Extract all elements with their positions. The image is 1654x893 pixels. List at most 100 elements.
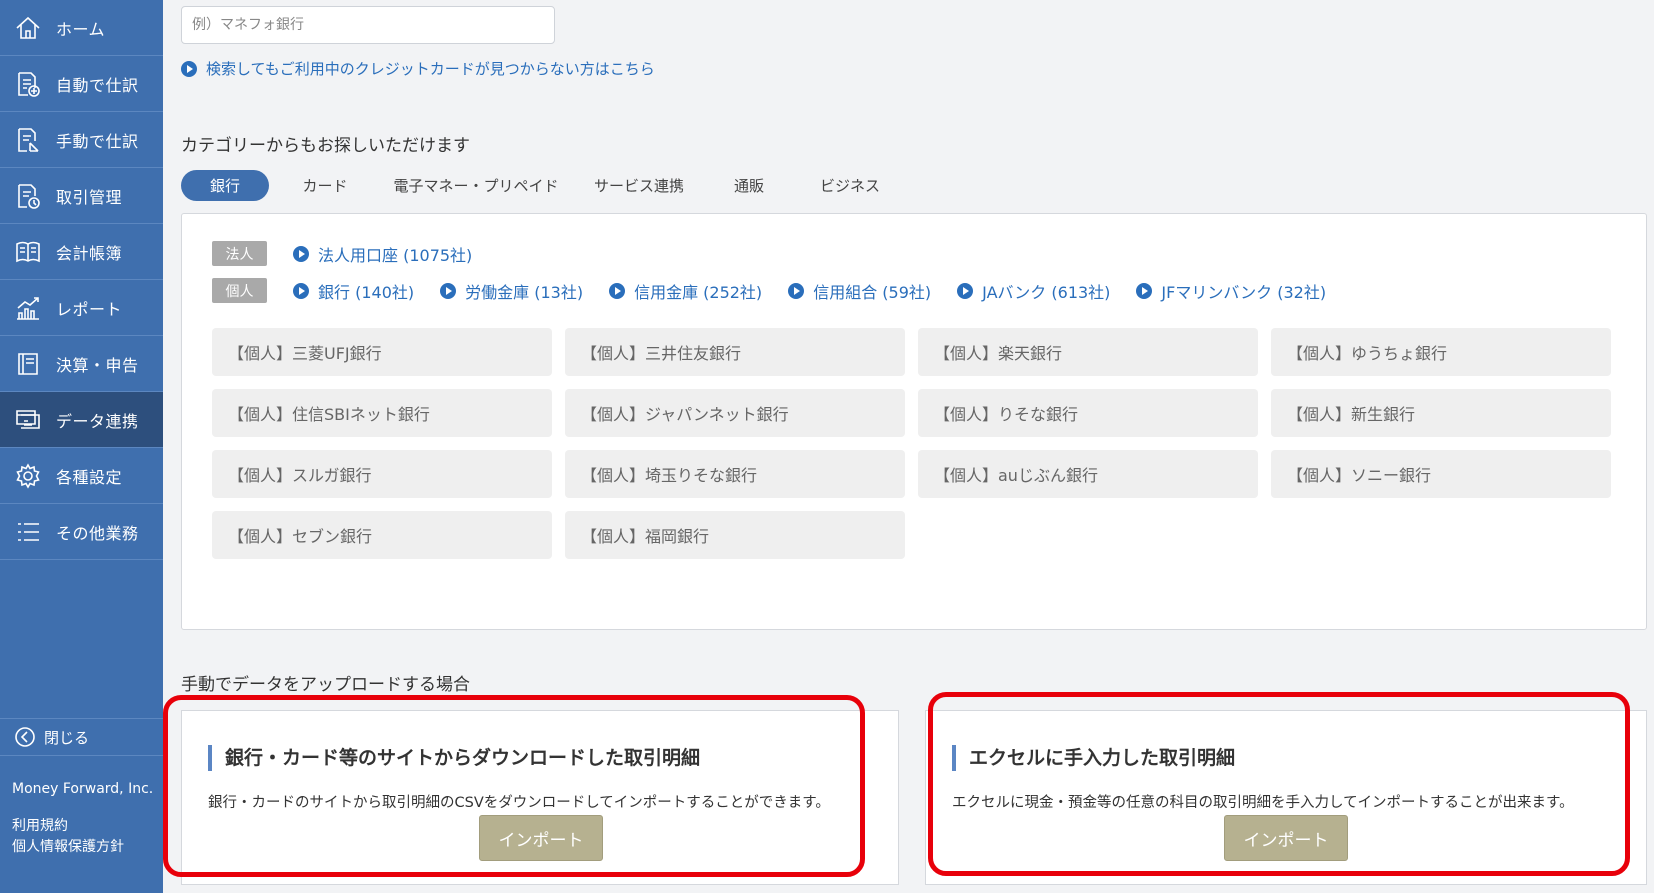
corporate-badge: 法人 (212, 241, 267, 266)
sidebar-item-label: 会計帳簿 (56, 243, 123, 263)
tax-return-icon (12, 348, 44, 380)
tab-mail-order[interactable]: 通販 (707, 170, 791, 201)
play-icon (293, 245, 309, 262)
filter-link-label: 銀行 (140社) (318, 282, 415, 302)
category-heading: カテゴリーからもお探しいただけます (181, 136, 470, 156)
auto-journal-icon (12, 68, 44, 100)
sidebar-item-label: 取引管理 (56, 187, 123, 207)
sidebar-item-data-link[interactable]: データ連携 (0, 392, 163, 448)
sidebar: ホーム 自動で仕訳 手動で仕訳 取引管理 会計帳簿 レポート 決算・申告 データ… (0, 0, 163, 893)
tab-service[interactable]: サービス連携 (571, 170, 707, 201)
bank-button[interactable]: 【個人】ゆうちょ銀行 (1271, 328, 1611, 376)
play-icon (1136, 282, 1153, 299)
list-icon (12, 516, 44, 548)
sidebar-close-label: 閉じる (44, 728, 90, 747)
play-icon (293, 282, 309, 299)
sidebar-item-report[interactable]: レポート (0, 280, 163, 336)
bank-button[interactable]: 【個人】新生銀行 (1271, 389, 1611, 437)
sidebar-item-label: 自動で仕訳 (56, 75, 139, 95)
bank-button[interactable]: 【個人】auじぶん銀行 (918, 450, 1258, 498)
tab-e-money[interactable]: 電子マネー・プリペイド (381, 170, 571, 201)
sidebar-item-other[interactable]: その他業務 (0, 504, 163, 560)
play-icon (440, 282, 457, 299)
home-icon (12, 12, 44, 44)
filter-banks[interactable]: 銀行 (140社) (293, 279, 414, 303)
play-icon (788, 282, 805, 299)
personal-badge: 個人 (212, 278, 267, 303)
transaction-icon (12, 180, 44, 212)
filter-link-label: JFマリンバンク (32社) (1161, 282, 1327, 302)
filter-jf-marine-bank[interactable]: JFマリンバンク (32社) (1136, 279, 1326, 303)
gear-icon (12, 460, 44, 492)
sidebar-item-label: その他業務 (56, 523, 139, 543)
report-icon (12, 292, 44, 324)
bank-button[interactable]: 【個人】セブン銀行 (212, 511, 552, 559)
sidebar-item-home[interactable]: ホーム (0, 0, 163, 56)
sidebar-item-tax-return[interactable]: 決算・申告 (0, 336, 163, 392)
chevron-left-icon (15, 727, 35, 747)
bank-button[interactable]: 【個人】楽天銀行 (918, 328, 1258, 376)
search-input[interactable] (181, 6, 555, 44)
bank-button[interactable]: 【個人】三井住友銀行 (565, 328, 905, 376)
sidebar-item-label: 各種設定 (56, 467, 123, 487)
bank-list-panel: 法人 法人用口座 (1075社) 個人 銀行 (140社) 労働金庫 (13社)… (181, 213, 1647, 630)
terms-link[interactable]: 利用規約 (12, 815, 68, 835)
privacy-policy-link[interactable]: 個人情報保護方針 (12, 836, 124, 856)
tab-card[interactable]: カード (269, 170, 381, 201)
filter-shinkin[interactable]: 信用金庫 (252社) (609, 279, 762, 303)
data-link-icon (12, 404, 44, 436)
bank-button[interactable]: 【個人】福岡銀行 (565, 511, 905, 559)
main-content: 検索してもご利用中のクレジットカードが見つからない方はこちら カテゴリーからもお… (163, 0, 1654, 893)
bank-button[interactable]: 【個人】三菱UFJ銀行 (212, 328, 552, 376)
filter-link-label: 信用組合 (59社) (813, 282, 932, 302)
bank-grid: 【個人】三菱UFJ銀行 【個人】三井住友銀行 【個人】楽天銀行 【個人】ゆうちょ… (212, 328, 1611, 559)
filter-corporate-accounts[interactable]: 法人用口座 (1075社) (293, 242, 472, 266)
sidebar-item-transactions[interactable]: 取引管理 (0, 168, 163, 224)
bank-button[interactable]: 【個人】りそな銀行 (918, 389, 1258, 437)
card-title: 銀行・カード等のサイトからダウンロードした取引明細 (208, 745, 700, 771)
sidebar-item-manual-journal[interactable]: 手動で仕訳 (0, 112, 163, 168)
tab-business[interactable]: ビジネス (791, 170, 909, 201)
filter-link-label: 労働金庫 (13社) (465, 282, 584, 302)
play-icon (609, 282, 626, 299)
sidebar-item-label: レポート (56, 299, 123, 319)
filter-credit-unions[interactable]: 信用組合 (59社) (788, 279, 931, 303)
filter-link-label: 信用金庫 (252社) (634, 282, 763, 302)
tab-bank[interactable]: 銀行 (181, 170, 269, 201)
play-icon (957, 282, 974, 299)
excel-import-button[interactable]: インポート (1224, 815, 1348, 861)
play-icon (181, 60, 197, 77)
filter-ja-bank[interactable]: JAバンク (613社) (957, 279, 1110, 303)
help-link-text: 検索してもご利用中のクレジットカードが見つからない方はこちら (206, 60, 655, 78)
company-name: Money Forward, Inc. (12, 781, 154, 797)
csv-import-button[interactable]: インポート (479, 815, 603, 861)
filter-labor-banks[interactable]: 労働金庫 (13社) (440, 279, 583, 303)
card-title: エクセルに手入力した取引明細 (952, 745, 1235, 771)
sidebar-item-auto-journal[interactable]: 自動で仕訳 (0, 56, 163, 112)
sidebar-item-label: 決算・申告 (56, 355, 139, 375)
card-not-found-help-link[interactable]: 検索してもご利用中のクレジットカードが見つからない方はこちら (181, 58, 655, 79)
bank-button[interactable]: 【個人】住信SBIネット銀行 (212, 389, 552, 437)
sidebar-item-label: データ連携 (56, 411, 139, 431)
card-description: エクセルに現金・預金等の任意の科目の取引明細を手入力してインポートすることが出来… (952, 795, 1574, 811)
manual-journal-icon (12, 124, 44, 156)
bank-button[interactable]: 【個人】埼玉りそな銀行 (565, 450, 905, 498)
sidebar-item-label: 手動で仕訳 (56, 131, 139, 151)
manual-upload-heading: 手動でデータをアップロードする場合 (181, 675, 470, 695)
excel-import-card: エクセルに手入力した取引明細 エクセルに現金・預金等の任意の科目の取引明細を手入… (925, 710, 1647, 885)
filter-link-label: JAバンク (613社) (982, 282, 1111, 302)
sidebar-close-button[interactable]: 閉じる (0, 718, 163, 756)
bank-button[interactable]: 【個人】スルガ銀行 (212, 450, 552, 498)
category-tabs: 銀行 カード 電子マネー・プリペイド サービス連携 通販 ビジネス (181, 170, 909, 201)
bank-button[interactable]: 【個人】ソニー銀行 (1271, 450, 1611, 498)
csv-import-card: 銀行・カード等のサイトからダウンロードした取引明細 銀行・カードのサイトから取引… (181, 710, 899, 885)
sidebar-item-settings[interactable]: 各種設定 (0, 448, 163, 504)
corporate-filter-row: 法人 法人用口座 (1075社) (212, 241, 498, 266)
bank-button[interactable]: 【個人】ジャパンネット銀行 (565, 389, 905, 437)
sidebar-item-label: ホーム (56, 19, 106, 39)
personal-filter-row: 個人 銀行 (140社) 労働金庫 (13社) 信用金庫 (252社) 信用組合… (212, 278, 1352, 303)
ledger-icon (12, 236, 44, 268)
sidebar-item-ledger[interactable]: 会計帳簿 (0, 224, 163, 280)
filter-link-label: 法人用口座 (1075社) (318, 245, 473, 265)
card-description: 銀行・カードのサイトから取引明細のCSVをダウンロードしてインポートすることがで… (208, 795, 830, 811)
